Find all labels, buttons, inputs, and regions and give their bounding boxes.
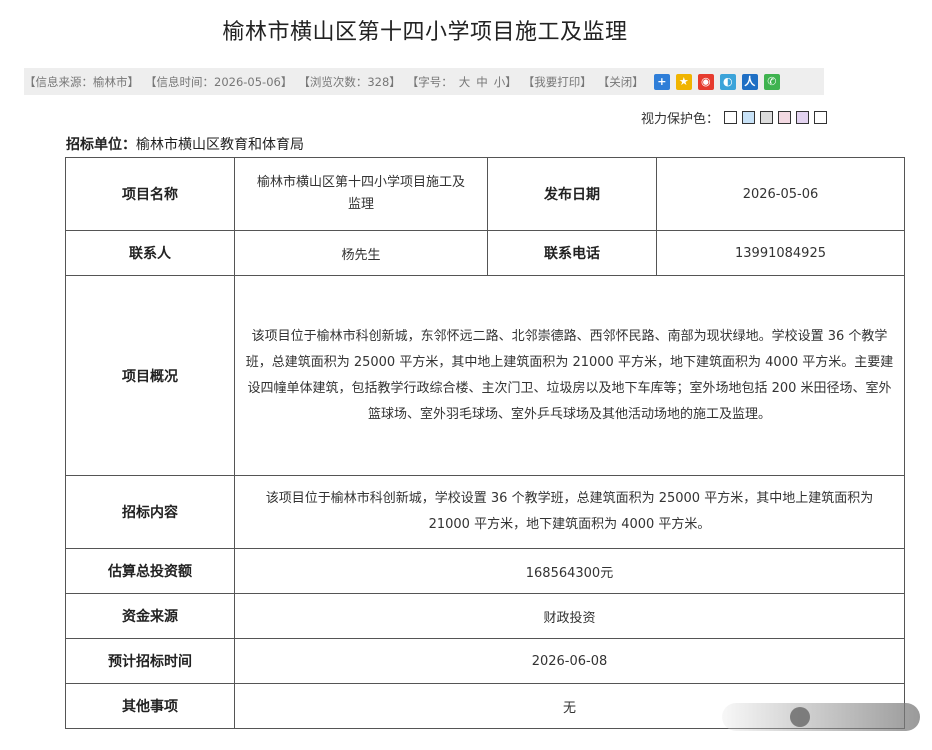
table-row: 估算总投资额 168564300元 (65, 548, 905, 594)
info-time: 【信息时间：2026-05-06】 (145, 74, 293, 89)
page-title: 榆林市横山区第十四小学项目施工及监理 (222, 20, 628, 45)
plus-share-icon[interactable]: + (653, 73, 670, 90)
color-swatch-purple[interactable] (796, 111, 809, 124)
color-swatch-blue[interactable] (742, 111, 755, 124)
eye-protection-colors: 视力保护色： (641, 108, 827, 127)
overview-value: 该项目位于榆林市科创新城，东邻怀远二路、北邻崇德路、西邻怀民路、南部为现状绿地。… (234, 275, 905, 476)
table-row: 预计招标时间 2026-06-08 (65, 638, 905, 684)
bid-time-label: 预计招标时间 (65, 638, 235, 684)
qzone-icon[interactable]: ★ (675, 73, 692, 90)
font-size-end: 】 (505, 74, 517, 89)
info-source: 【信息来源：榆林市】 (24, 74, 139, 89)
color-swatch-pink[interactable] (778, 111, 791, 124)
share-icons: + ★ ◉ ◐ 人 ✆ (648, 73, 780, 90)
font-size-label: 【字号： (406, 74, 453, 89)
tender-unit-label: 招标单位： (66, 137, 136, 153)
print-link[interactable]: 【我要打印】 (523, 74, 592, 90)
info-views: 【浏览次数：328】 (298, 74, 401, 89)
phone-value: 13991084925 (656, 230, 905, 276)
other-matters-label: 其他事项 (65, 683, 235, 729)
project-info-table: 项目名称 榆林市横山区第十四小学项目施工及 监理 发布日期 2026-05-06… (65, 157, 905, 729)
color-swatch-white[interactable] (724, 111, 737, 124)
investment-value: 168564300元 (234, 548, 905, 594)
color-swatch-gray[interactable] (760, 111, 773, 124)
table-row: 招标内容 该项目位于榆林市科创新城，学校设置 36 个教学班，总建筑面积为 25… (65, 475, 905, 549)
project-name-line2: 监理 (347, 197, 374, 212)
phone-label: 联系电话 (487, 230, 657, 276)
overview-label: 项目概况 (65, 275, 235, 476)
wechat-icon[interactable]: ✆ (763, 73, 780, 90)
project-name-value: 榆林市横山区第十四小学项目施工及 监理 (234, 157, 488, 231)
floating-control-knob[interactable] (790, 707, 810, 727)
fund-source-value: 财政投资 (234, 593, 905, 639)
publish-date-value: 2026-05-06 (656, 157, 905, 231)
weibo-icon[interactable]: ◉ (697, 73, 714, 90)
table-row: 资金来源 财政投资 (65, 593, 905, 639)
contact-label: 联系人 (65, 230, 235, 276)
color-swatch-white-2[interactable] (814, 111, 827, 124)
font-size-medium-link[interactable]: 中 (476, 74, 488, 90)
contact-value: 杨先生 (234, 230, 488, 276)
tender-unit-value: 榆林市横山区教育和体育局 (136, 137, 304, 153)
close-link[interactable]: 【关闭】 (598, 74, 644, 90)
project-name-line1: 榆林市横山区第十四小学项目施工及 (256, 175, 465, 190)
bid-time-value: 2026-06-08 (234, 638, 905, 684)
renren-icon[interactable]: 人 (741, 73, 758, 90)
table-row: 联系人 杨先生 联系电话 13991084925 (65, 230, 905, 276)
publish-date-label: 发布日期 (487, 157, 657, 231)
eye-protection-label: 视力保护色： (640, 112, 719, 127)
table-row: 项目名称 榆林市横山区第十四小学项目施工及 监理 发布日期 2026-05-06 (65, 157, 905, 231)
project-name-label: 项目名称 (65, 157, 235, 231)
tender-unit: 招标单位：榆林市横山区教育和体育局 (66, 134, 304, 154)
floating-control-bar[interactable] (722, 703, 920, 731)
table-row: 项目概况 该项目位于榆林市科创新城，东邻怀远二路、北邻崇德路、西邻怀民路、南部为… (65, 275, 905, 476)
content-label: 招标内容 (65, 475, 235, 549)
investment-label: 估算总投资额 (65, 548, 235, 594)
fund-source-label: 资金来源 (65, 593, 235, 639)
content-value: 该项目位于榆林市科创新城，学校设置 36 个教学班，总建筑面积为 25000 平… (234, 475, 905, 549)
font-size-big-link[interactable]: 大 (459, 74, 471, 90)
info-bar: 【信息来源：榆林市】 【信息时间：2026-05-06】 【浏览次数：328】 … (24, 68, 824, 95)
tencent-weibo-icon[interactable]: ◐ (719, 73, 736, 90)
font-size-small-link[interactable]: 小 (494, 74, 506, 90)
